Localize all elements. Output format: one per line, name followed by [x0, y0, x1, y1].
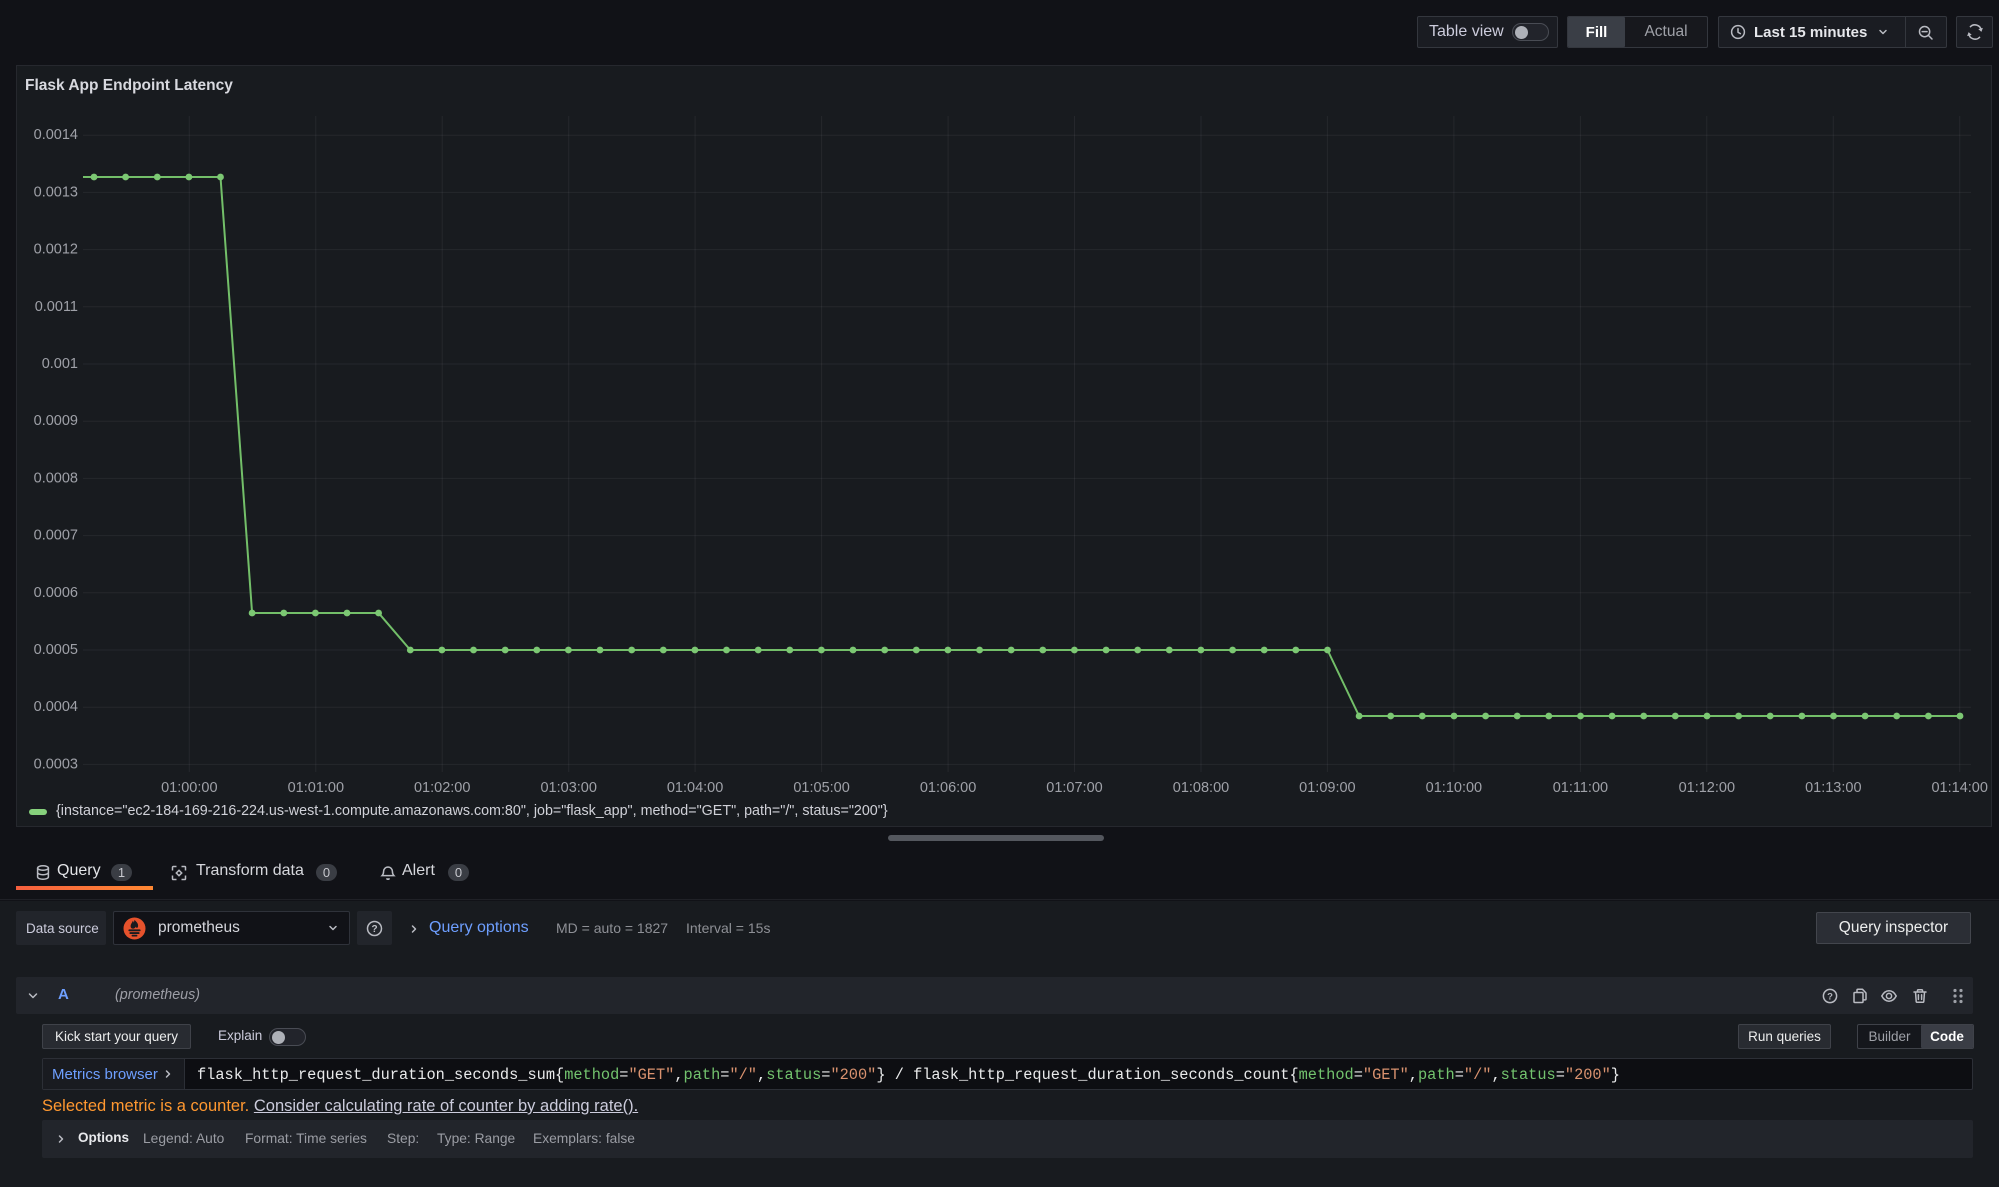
svg-text:01:10:00: 01:10:00	[1426, 780, 1482, 796]
svg-text:01:03:00: 01:03:00	[540, 780, 596, 796]
svg-text:?: ?	[371, 924, 377, 935]
svg-text:01:02:00: 01:02:00	[414, 780, 470, 796]
svg-text:01:01:00: 01:01:00	[288, 780, 344, 796]
svg-text:0.0008: 0.0008	[34, 470, 78, 486]
svg-text:0.0011: 0.0011	[35, 299, 78, 315]
svg-text:01:08:00: 01:08:00	[1173, 780, 1229, 796]
svg-text:0.0014: 0.0014	[34, 127, 78, 143]
svg-text:0.001: 0.001	[42, 356, 78, 372]
svg-text:0.0009: 0.0009	[34, 413, 78, 429]
svg-text:0.0004: 0.0004	[34, 699, 78, 715]
svg-text:0.0005: 0.0005	[34, 642, 78, 658]
svg-text:0.0012: 0.0012	[34, 242, 78, 258]
svg-text:01:00:00: 01:00:00	[161, 780, 217, 796]
svg-text:0.0013: 0.0013	[34, 184, 78, 200]
svg-text:01:07:00: 01:07:00	[1046, 780, 1102, 796]
svg-text:01:09:00: 01:09:00	[1299, 780, 1355, 796]
svg-text:01:06:00: 01:06:00	[920, 780, 976, 796]
svg-text:01:05:00: 01:05:00	[793, 780, 849, 796]
svg-text:01:13:00: 01:13:00	[1805, 780, 1861, 796]
svg-text:0.0003: 0.0003	[34, 756, 78, 772]
svg-text:?: ?	[1827, 991, 1833, 1002]
svg-text:01:04:00: 01:04:00	[667, 780, 723, 796]
svg-text:01:11:00: 01:11:00	[1553, 780, 1608, 796]
svg-text:0.0006: 0.0006	[34, 585, 78, 601]
svg-text:01:12:00: 01:12:00	[1679, 780, 1735, 796]
svg-text:0.0007: 0.0007	[34, 528, 78, 544]
svg-text:01:14:00: 01:14:00	[1931, 780, 1987, 796]
